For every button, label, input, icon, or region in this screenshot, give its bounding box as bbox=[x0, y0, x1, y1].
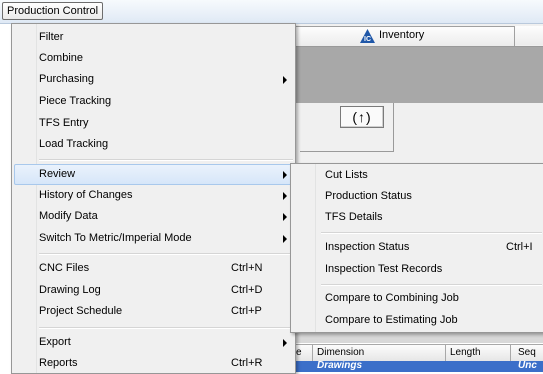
menu-production-control[interactable]: Production Control bbox=[2, 2, 104, 20]
menu-item-inspection-test-records[interactable]: Inspection Test Records bbox=[293, 259, 542, 280]
submenu-arrow-icon bbox=[283, 76, 287, 84]
menu-item-inspection-status[interactable]: Inspection Status Ctrl+I bbox=[293, 237, 542, 258]
inventory-icon: IC bbox=[360, 29, 375, 43]
menu-item-shortcut: Ctrl+N bbox=[231, 262, 263, 274]
submenu-arrow-icon bbox=[283, 171, 287, 179]
menu-item-label: Compare to Estimating Job bbox=[325, 314, 458, 326]
menu-item-label: Purchasing bbox=[39, 73, 95, 85]
menu-separator bbox=[321, 232, 542, 234]
menu-item-label: Reports bbox=[39, 357, 78, 369]
menu-item-label: Combine bbox=[39, 52, 84, 64]
menu-item-label: Production Status bbox=[325, 190, 412, 202]
menu-item-label: TFS Details bbox=[325, 211, 383, 223]
menu-item-switch-metric-imperial[interactable]: Switch To Metric/Imperial Mode bbox=[14, 228, 293, 249]
menu-item-label: Switch To Metric/Imperial Mode bbox=[39, 232, 192, 244]
menu-item-label: Compare to Combining Job bbox=[325, 292, 459, 304]
menu-separator bbox=[39, 253, 293, 255]
table-header: e Dimension Length Seq bbox=[290, 344, 543, 362]
menu-item-label: Load Tracking bbox=[39, 138, 109, 150]
menu-item-label: TFS Entry bbox=[39, 117, 89, 129]
submenu-arrow-icon bbox=[283, 235, 287, 243]
menu-item-production-status[interactable]: Production Status bbox=[293, 186, 542, 207]
menu-item-label: Drawing Log bbox=[39, 284, 101, 296]
menu-item-label: Modify Data bbox=[39, 210, 98, 222]
menu-item-reports[interactable]: Reports Ctrl+R bbox=[14, 353, 293, 374]
column-header-dimension[interactable]: Dimension bbox=[317, 347, 364, 358]
menu-item-compare-estimating-job[interactable]: Compare to Estimating Job bbox=[293, 310, 542, 331]
menu-item-shortcut: Ctrl+D bbox=[231, 284, 263, 296]
submenu-arrow-icon bbox=[283, 339, 287, 347]
column-header-seq[interactable]: Seq bbox=[518, 347, 536, 358]
production-control-menu: Filter Combine Purchasing Piece Tracking… bbox=[11, 23, 296, 374]
menu-item-compare-combining-job[interactable]: Compare to Combining Job bbox=[293, 288, 542, 309]
menu-item-history-of-changes[interactable]: History of Changes bbox=[14, 185, 293, 206]
menu-item-tfs-entry[interactable]: TFS Entry bbox=[14, 113, 293, 134]
menu-item-shortcut: Ctrl+I bbox=[506, 241, 533, 253]
menu-item-piece-tracking[interactable]: Piece Tracking bbox=[14, 91, 293, 112]
column-header-e[interactable]: e bbox=[296, 347, 302, 358]
menu-item-label: CNC Files bbox=[39, 262, 90, 274]
menu-item-label: Piece Tracking bbox=[39, 95, 112, 107]
svg-text:IC: IC bbox=[364, 36, 371, 43]
menu-item-label: History of Changes bbox=[39, 189, 133, 201]
table-cell-dimension: Drawings bbox=[317, 361, 363, 371]
menu-separator bbox=[321, 284, 542, 286]
table-cell-seq: Unc bbox=[518, 361, 537, 371]
menu-item-label: Review bbox=[39, 168, 76, 180]
submenu-arrow-icon bbox=[283, 192, 287, 200]
tab-extra[interactable] bbox=[514, 26, 543, 45]
review-submenu: Cut Lists Production Status TFS Details … bbox=[290, 163, 543, 333]
menu-item-cut-lists[interactable]: Cut Lists bbox=[293, 165, 542, 186]
menu-item-load-tracking[interactable]: Load Tracking bbox=[14, 134, 293, 155]
menu-item-combine[interactable]: Combine bbox=[14, 48, 293, 69]
menu-item-export[interactable]: Export bbox=[14, 332, 293, 353]
column-divider[interactable] bbox=[510, 345, 511, 361]
submenu-arrow-icon bbox=[283, 213, 287, 221]
column-divider[interactable] bbox=[312, 345, 313, 361]
menu-separator bbox=[39, 159, 293, 161]
menu-item-tfs-details[interactable]: TFS Details bbox=[293, 207, 542, 228]
menu-item-modify-data[interactable]: Modify Data bbox=[14, 206, 293, 227]
menu-item-label: Export bbox=[39, 336, 71, 348]
menu-item-review[interactable]: Review bbox=[14, 164, 293, 185]
menu-item-filter[interactable]: Filter bbox=[14, 27, 293, 48]
menu-bar: Production Control bbox=[0, 0, 543, 24]
menu-item-label: Inspection Status bbox=[325, 241, 410, 253]
menu-item-cnc-files[interactable]: CNC Files Ctrl+N bbox=[14, 258, 293, 279]
column-header-length[interactable]: Length bbox=[450, 347, 481, 358]
tab-inventory[interactable]: IC Inventory bbox=[295, 26, 515, 46]
menu-item-purchasing[interactable]: Purchasing bbox=[14, 69, 293, 90]
menu-item-label: Inspection Test Records bbox=[325, 263, 443, 275]
background-toolbar-area bbox=[290, 47, 543, 103]
column-divider[interactable] bbox=[445, 345, 446, 361]
menu-item-project-schedule[interactable]: Project Schedule Ctrl+P bbox=[14, 301, 293, 322]
menu-item-label: Cut Lists bbox=[325, 169, 368, 181]
menu-item-shortcut: Ctrl+R bbox=[231, 357, 263, 369]
menu-separator bbox=[39, 327, 293, 329]
table-row[interactable]: Drawings Unc bbox=[290, 361, 543, 372]
menu-item-label: Project Schedule bbox=[39, 305, 123, 317]
tab-inventory-label: Inventory bbox=[379, 29, 425, 41]
sort-up-button[interactable]: (↑) bbox=[340, 106, 384, 128]
menu-item-drawing-log[interactable]: Drawing Log Ctrl+D bbox=[14, 280, 293, 301]
menu-item-label: Filter bbox=[39, 31, 64, 43]
menu-item-shortcut: Ctrl+P bbox=[231, 305, 262, 317]
